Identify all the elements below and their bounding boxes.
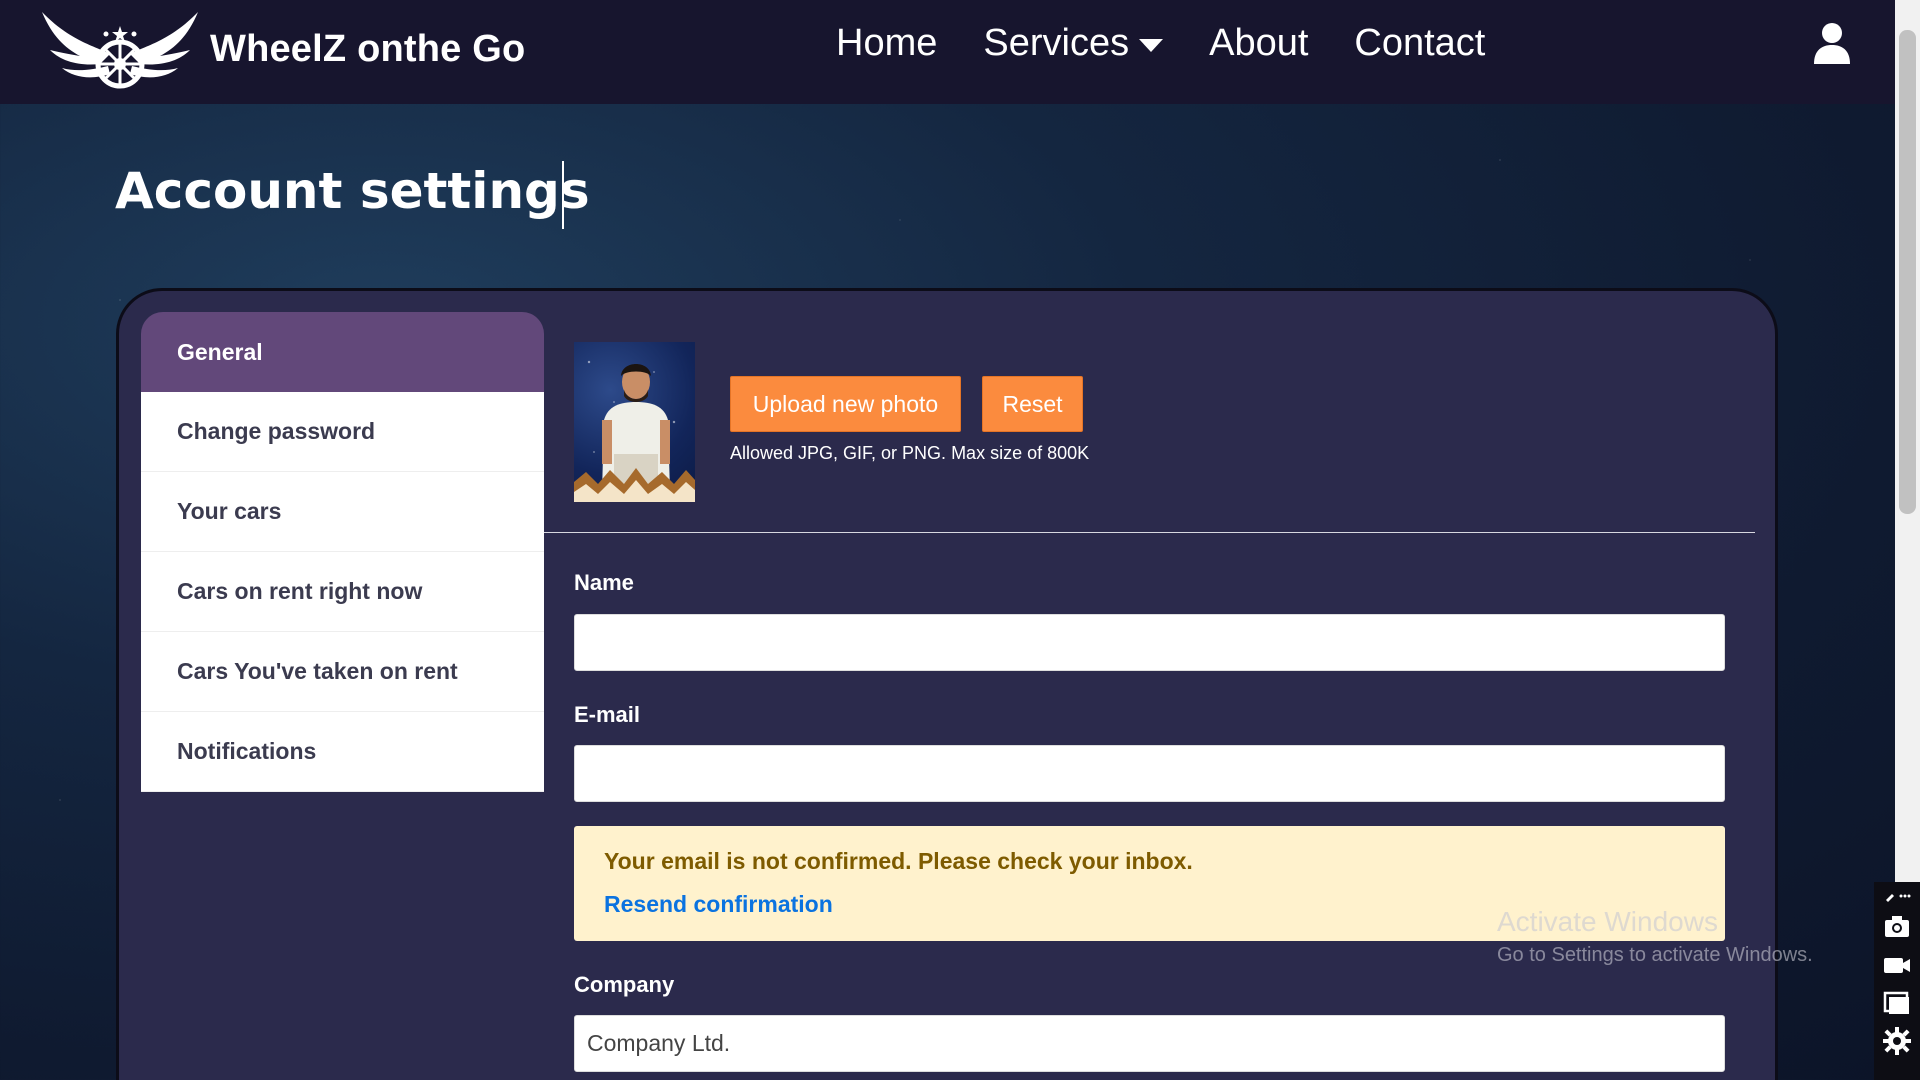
nav-link-contact[interactable]: Contact — [1354, 22, 1485, 65]
nav-link-about[interactable]: About — [1209, 22, 1308, 65]
page-title: Account settings — [115, 162, 590, 220]
upload-photo-button[interactable]: Upload new photo — [730, 376, 961, 432]
pen-more-icon[interactable] — [1882, 888, 1912, 904]
sidebar-item-cars-taken-on-rent[interactable]: Cars You've taken on rent — [141, 632, 544, 712]
email-label: E-mail — [574, 702, 641, 727]
activate-windows-watermark: Activate Windows Go to Settings to activ… — [1497, 906, 1813, 967]
nav-links: Home Services About Contact — [836, 22, 1531, 65]
sidebar-item-cars-on-rent[interactable]: Cars on rent right now — [141, 552, 544, 632]
alert-message: Your email is not confirmed. Please chec… — [604, 848, 1193, 874]
sidebar-item-your-cars[interactable]: Your cars — [141, 472, 544, 552]
capture-toolbar — [1874, 882, 1920, 1080]
top-navbar: WheelZ onthe Go Home Services About Cont… — [0, 0, 1895, 104]
name-label: Name — [574, 570, 634, 595]
sidebar-item-notifications[interactable]: Notifications — [141, 712, 544, 792]
watermark-subtitle: Go to Settings to activate Windows. — [1497, 944, 1813, 966]
screen-window-icon[interactable] — [1882, 988, 1912, 1018]
company-label: Company — [574, 972, 675, 997]
gear-icon[interactable] — [1882, 1026, 1912, 1056]
page-scrollbar-thumb[interactable] — [1899, 30, 1916, 514]
email-input[interactable] — [574, 745, 1725, 802]
nav-link-home[interactable]: Home — [836, 22, 937, 65]
video-camera-icon[interactable] — [1882, 950, 1912, 980]
nav-link-services[interactable]: Services — [983, 22, 1164, 65]
reset-photo-button[interactable]: Reset — [982, 376, 1083, 432]
brand-logo-link[interactable]: WheelZ onthe Go — [40, 6, 525, 92]
person-avatar-icon — [574, 364, 695, 502]
text-cursor — [562, 161, 564, 229]
settings-sidebar: General Change password Your cars Cars o… — [141, 312, 544, 792]
profile-photo — [574, 342, 695, 502]
photo-allowed-hint: Allowed JPG, GIF, or PNG. Max size of 80… — [730, 443, 1090, 463]
name-input[interactable] — [574, 614, 1725, 671]
brand-name: WheelZ onthe Go — [210, 27, 526, 70]
camera-icon[interactable] — [1882, 912, 1912, 942]
section-divider — [544, 532, 1755, 533]
caret-down-icon — [1139, 39, 1164, 52]
user-icon[interactable] — [1812, 22, 1852, 64]
sidebar-item-general[interactable]: General — [141, 312, 544, 392]
watermark-title: Activate Windows — [1497, 906, 1718, 937]
nav-link-services-label: Services — [983, 22, 1130, 64]
sidebar-item-change-password[interactable]: Change password — [141, 392, 544, 472]
company-input[interactable] — [574, 1015, 1725, 1072]
winged-wheel-logo-icon — [42, 12, 198, 89]
